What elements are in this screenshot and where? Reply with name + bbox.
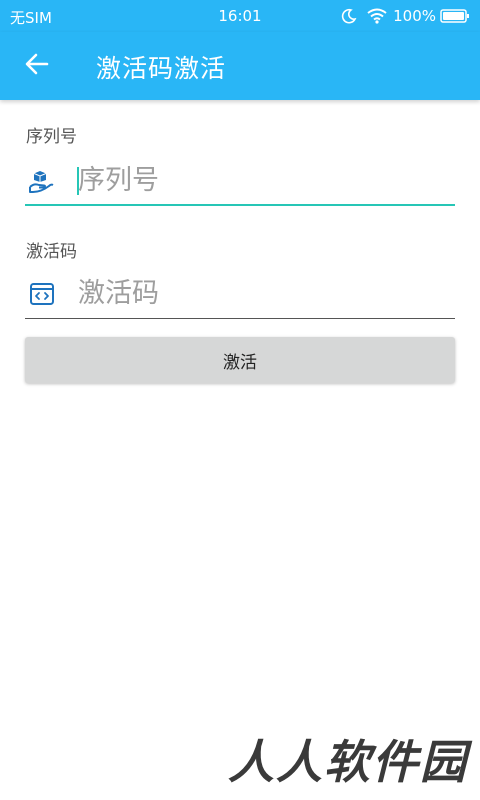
activate-button-label: 激活 xyxy=(223,352,257,373)
battery-percent: 100% xyxy=(393,7,436,25)
page-title: 激活码激活 xyxy=(96,54,227,83)
watermark: 人人软件园 xyxy=(228,735,468,789)
moon-icon xyxy=(341,8,357,24)
serial-field[interactable] xyxy=(25,154,455,206)
status-bar: 无SIM 16:01 100% xyxy=(0,0,480,32)
wifi-icon xyxy=(367,8,387,24)
serial-underline xyxy=(25,204,455,206)
screen: 无SIM 16:01 100% 激活码激活 序列号 序列号 激活码 激活码 激活… xyxy=(0,0,480,800)
serial-label: 序列号 xyxy=(26,127,77,147)
arrow-left-icon xyxy=(25,53,49,79)
code-window-icon xyxy=(29,281,55,307)
serial-input[interactable] xyxy=(78,160,448,200)
status-icons: 100% xyxy=(341,5,470,27)
code-field[interactable] xyxy=(25,267,455,319)
back-button[interactable] xyxy=(18,48,56,84)
battery-icon xyxy=(440,8,470,24)
code-underline xyxy=(25,318,455,319)
hand-box-icon xyxy=(29,168,55,194)
code-input[interactable] xyxy=(78,273,448,313)
code-label: 激活码 xyxy=(26,242,77,262)
app-bar: 激活码激活 xyxy=(0,32,480,100)
activate-button[interactable]: 激活 xyxy=(25,337,455,383)
